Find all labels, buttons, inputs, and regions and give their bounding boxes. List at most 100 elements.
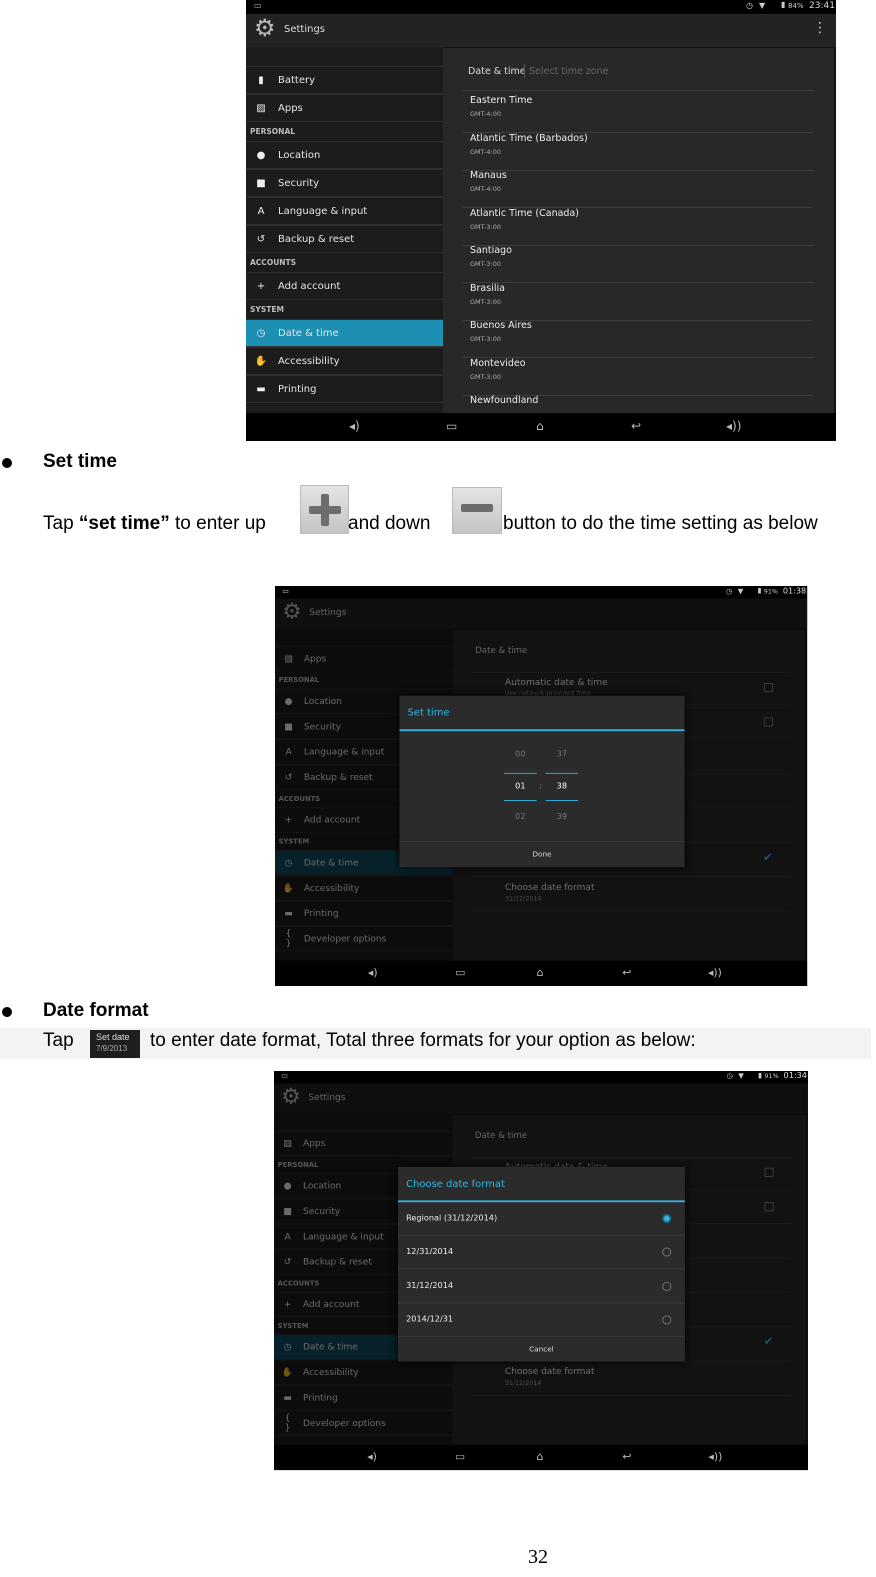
- back-icon[interactable]: ↩: [631, 419, 641, 433]
- wifi-icon: ▼: [737, 586, 744, 596]
- timezone-list-item[interactable]: Manaus GMT-4:00: [463, 170, 813, 207]
- apps-icon: ▨: [256, 102, 266, 114]
- minute-picker-value[interactable]: 39: [544, 813, 580, 822]
- section-heading-date-format: Date format: [43, 1000, 149, 1021]
- timezone-list-item[interactable]: Buenos Aires GMT-3:00: [463, 320, 813, 357]
- timezone-offset: GMT-3:00: [470, 335, 501, 343]
- breadcrumb-divider: [524, 64, 525, 78]
- back-icon[interactable]: ↩: [622, 1450, 631, 1463]
- sidebar-item-backup-reset[interactable]: ↺ Backup & reset: [246, 225, 443, 253]
- minute-picker-value[interactable]: 37: [544, 750, 580, 759]
- alarm-icon: ◷: [726, 1071, 733, 1081]
- battery-icon: ▮: [258, 74, 264, 86]
- sidebar-item-location[interactable]: ● Location: [246, 141, 443, 169]
- volume-up-icon[interactable]: ◂)): [708, 1450, 722, 1463]
- volume-up-icon[interactable]: ◂)): [708, 966, 722, 979]
- sidebar-item-label: Security: [278, 177, 320, 189]
- sidebar-item-add-account[interactable]: + Add account: [246, 272, 443, 300]
- language-icon: A: [257, 205, 265, 217]
- clock-icon: ◷: [256, 327, 266, 339]
- set-time-instructions: Tap “set time” to enter up: [43, 513, 266, 535]
- sidebar-item-printing[interactable]: ▬ Printing: [246, 375, 443, 403]
- sidebar-item-label: Language & input: [278, 205, 368, 217]
- cancel-button[interactable]: Cancel: [398, 1338, 685, 1362]
- dialog-title: Set time: [407, 706, 450, 719]
- clock-time: 23:41: [809, 1, 835, 11]
- battery-status-icon: ▮: [757, 586, 762, 595]
- sidebar-item-battery[interactable]: ▮ Battery: [246, 66, 443, 94]
- set-date-icon-title: Set date: [96, 1032, 130, 1042]
- hour-picker-value[interactable]: 00: [502, 750, 538, 759]
- sidebar-item-security[interactable]: ■ Security: [246, 169, 443, 197]
- sidebar-item-apps[interactable]: ▨ Apps: [246, 94, 443, 122]
- screenshot-set-time: ▭◷▼▮91%01:38⚙Settings▨AppsPERSONAL●Locat…: [275, 586, 808, 986]
- hour-picker-value[interactable]: 02: [502, 813, 538, 822]
- home-icon[interactable]: ⌂: [536, 419, 544, 433]
- date-format-option[interactable]: Regional (31/12/2014): [397, 1202, 685, 1236]
- sidebar-section-header: SYSTEM: [250, 305, 284, 314]
- minute-picker-value: 38: [556, 781, 567, 791]
- recent-apps-icon[interactable]: ▭: [455, 966, 465, 979]
- navigation-bar: ◂) ▭ ⌂ ↩ ◂)): [274, 1444, 808, 1471]
- breadcrumb-title: Date & time: [468, 66, 526, 77]
- radio-unselected-icon[interactable]: [662, 1315, 672, 1325]
- time-separator: :: [539, 781, 543, 791]
- timezone-name: Atlantic Time (Canada): [470, 207, 579, 219]
- wifi-icon: ▼: [759, 1, 766, 10]
- notification-icon: ▭: [282, 586, 290, 596]
- sidebar-item-accessibility[interactable]: ✋ Accessibility: [246, 347, 443, 375]
- volume-down-icon[interactable]: ◂): [349, 419, 360, 433]
- date-format-option[interactable]: 2014/12/31: [397, 1303, 685, 1337]
- volume-down-icon[interactable]: ◂): [368, 966, 378, 979]
- timezone-offset: GMT-3:00: [470, 372, 501, 381]
- hour-picker[interactable]: 00 01 02: [502, 741, 538, 850]
- timezone-list-item[interactable]: Santiago GMT-3:00: [463, 245, 813, 282]
- sidebar-section-header: ACCOUNTS: [250, 258, 297, 267]
- radio-unselected-icon[interactable]: [662, 1247, 672, 1257]
- recent-apps-icon[interactable]: ▭: [455, 1450, 465, 1463]
- battery-percent: 91%: [764, 1072, 779, 1081]
- timezone-name: Montevideo: [470, 357, 526, 369]
- alarm-icon: ◷: [746, 1, 753, 10]
- date-format-option-label: Regional (31/12/2014): [406, 1213, 498, 1224]
- done-button[interactable]: Done: [399, 842, 684, 867]
- radio-unselected-icon[interactable]: [662, 1281, 672, 1291]
- timezone-offset: GMT-3:00: [470, 222, 501, 231]
- status-bar: ▭ ◷ ▼ ▮ 84% 23:41: [246, 0, 836, 14]
- timezone-list-item[interactable]: Eastern Time GMT-4:00: [463, 95, 813, 132]
- overflow-menu-icon[interactable]: ⋮: [813, 20, 827, 36]
- back-icon[interactable]: ↩: [622, 966, 631, 979]
- date-format-option-label: 12/31/2014: [406, 1247, 454, 1257]
- text: and down: [348, 513, 431, 534]
- notification-icon: ▭: [281, 1071, 289, 1081]
- sidebar-item-language-input[interactable]: A Language & input: [246, 197, 443, 225]
- sidebar-item-label: Add account: [278, 280, 341, 292]
- home-icon[interactable]: ⌂: [536, 1450, 543, 1463]
- status-bar: ▭ ◷ ▼ ▮ 91% 01:34: [274, 1071, 808, 1084]
- volume-up-icon[interactable]: ◂)): [726, 419, 741, 433]
- picker-selection-line: [545, 772, 579, 774]
- sidebar-item-date-time[interactable]: ◷ Date & time: [246, 319, 443, 347]
- home-icon[interactable]: ⌂: [537, 966, 544, 979]
- picker-selection-line: [504, 772, 537, 774]
- volume-down-icon[interactable]: ◂): [367, 1450, 377, 1463]
- text: Tap: [43, 513, 79, 534]
- picker-selection-line: [504, 800, 537, 801]
- set-date-icon: Set date 7/9/2013: [90, 1030, 140, 1058]
- title-divider: [399, 729, 685, 732]
- minute-picker[interactable]: 37 38 39: [544, 741, 580, 850]
- timezone-list-item[interactable]: Atlantic Time (Canada) GMT-3:00: [463, 208, 813, 245]
- battery-percent: 91%: [763, 587, 778, 596]
- hand-icon: ✋: [254, 355, 268, 367]
- text: button to do the time setting as below: [503, 513, 818, 534]
- radio-selected-icon[interactable]: [662, 1213, 672, 1224]
- timezone-list-item[interactable]: Brasilia GMT-3:00: [463, 283, 813, 320]
- timezone-list-item[interactable]: Montevideo GMT-3:00: [463, 358, 813, 395]
- wifi-icon: ▼: [738, 1071, 744, 1081]
- recent-apps-icon[interactable]: ▭: [446, 419, 457, 433]
- timezone-name: Buenos Aires: [470, 320, 532, 331]
- timezone-list-item[interactable]: Atlantic Time (Barbados) GMT-4:00: [463, 133, 813, 170]
- date-format-option[interactable]: 12/31/2014: [397, 1236, 685, 1270]
- date-format-option[interactable]: 31/12/2014: [397, 1270, 685, 1304]
- backup-icon: ↺: [256, 233, 266, 245]
